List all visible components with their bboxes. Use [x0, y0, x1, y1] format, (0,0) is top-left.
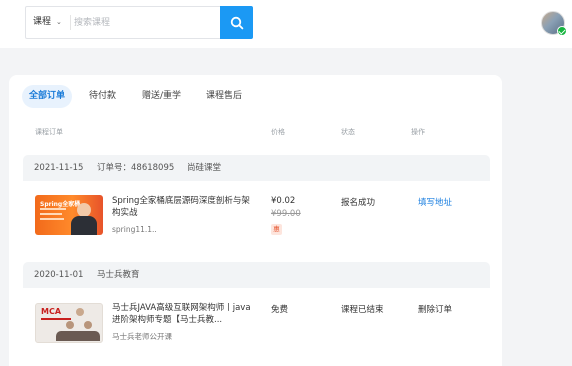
order-status: 课程已结束 [341, 305, 384, 315]
course-subtitle: 马士兵老师公开课 [112, 332, 172, 341]
verified-check-icon [557, 26, 567, 36]
thumbnail-person-head [66, 321, 74, 329]
order-card: 2021-11-15 订单号：48618095 尚硅课堂 Spring全家桶 S… [23, 155, 490, 255]
order-header: 2021-11-15 订单号：48618095 尚硅课堂 [23, 155, 490, 181]
order-price: ¥0.02 [271, 196, 296, 206]
order-shop-link[interactable]: 尚硅课堂 [187, 155, 221, 181]
top-bar: 课程 ⌄ [0, 0, 572, 48]
order-shop-link[interactable]: 马士兵教育 [97, 262, 140, 288]
delete-order-link[interactable]: 删除订单 [418, 303, 452, 315]
course-subtitle: spring11.1.. [112, 225, 157, 234]
order-status: 报名成功 [341, 198, 376, 208]
tab-pending-payment[interactable]: 待付款 [89, 85, 116, 108]
order-original-price: ¥99.00 [271, 209, 301, 219]
course-thumbnail[interactable]: MCA [35, 303, 103, 343]
course-title[interactable]: Spring全家桶底层源码深度剖析与架构实战 [112, 195, 254, 219]
thumbnail-title: Spring全家桶 [40, 201, 81, 208]
course-thumbnail[interactable]: Spring全家桶 [35, 195, 103, 235]
tab-gift-relearn[interactable]: 赠送/重学 [142, 85, 181, 108]
order-card: 2020-11-01 马士兵教育 MCA 马士兵JAVA高级互联网架构师丨jav… [23, 262, 490, 366]
user-avatar[interactable] [541, 11, 567, 36]
thumbnail-text-line [40, 208, 66, 210]
search-category-select[interactable]: 课程 ⌄ [26, 7, 66, 38]
orders-panel: 全部订单 待付款 赠送/重学 课程售后 课程订单 价格 状态 操作 2021-1… [9, 75, 502, 366]
order-header: 2020-11-01 马士兵教育 [23, 262, 490, 288]
thumbnail-person-head [84, 321, 92, 329]
column-header-course: 课程订单 [35, 128, 63, 136]
chevron-down-icon: ⌄ [56, 18, 62, 26]
tab-all-orders[interactable]: 全部订单 [22, 85, 73, 108]
tab-after-sales[interactable]: 课程售后 [206, 85, 242, 108]
column-header-status: 状态 [341, 128, 355, 136]
course-title[interactable]: 马士兵JAVA高级互联网架构师丨java进阶架构师专题【马士兵教... [112, 302, 254, 326]
order-date: 2020-11-01 [34, 270, 84, 280]
search-icon [230, 16, 243, 29]
thumbnail-text-line [40, 213, 62, 215]
column-header-price: 价格 [271, 128, 285, 136]
fill-address-link[interactable]: 填写地址 [418, 196, 452, 208]
search-bar: 课程 ⌄ [25, 6, 253, 39]
thumbnail-text-line [40, 218, 64, 220]
thumbnail-person-head [77, 203, 91, 217]
thumbnail-text-line [41, 318, 71, 320]
thumbnail-title: MCA [41, 307, 62, 316]
search-input[interactable] [74, 7, 218, 38]
column-header-action: 操作 [411, 128, 425, 136]
thumbnail-person-body [71, 216, 97, 235]
thumbnail-people-group [56, 331, 100, 341]
thumbnail-person-head [76, 308, 84, 316]
order-date: 2021-11-15 [34, 163, 84, 173]
search-category-label: 课程 [33, 17, 52, 27]
search-divider [70, 15, 71, 30]
order-price: 免费 [271, 305, 289, 315]
discount-badge: 惠 [271, 224, 282, 235]
order-number: 订单号：48618095 [97, 163, 175, 173]
search-button[interactable] [220, 6, 253, 39]
